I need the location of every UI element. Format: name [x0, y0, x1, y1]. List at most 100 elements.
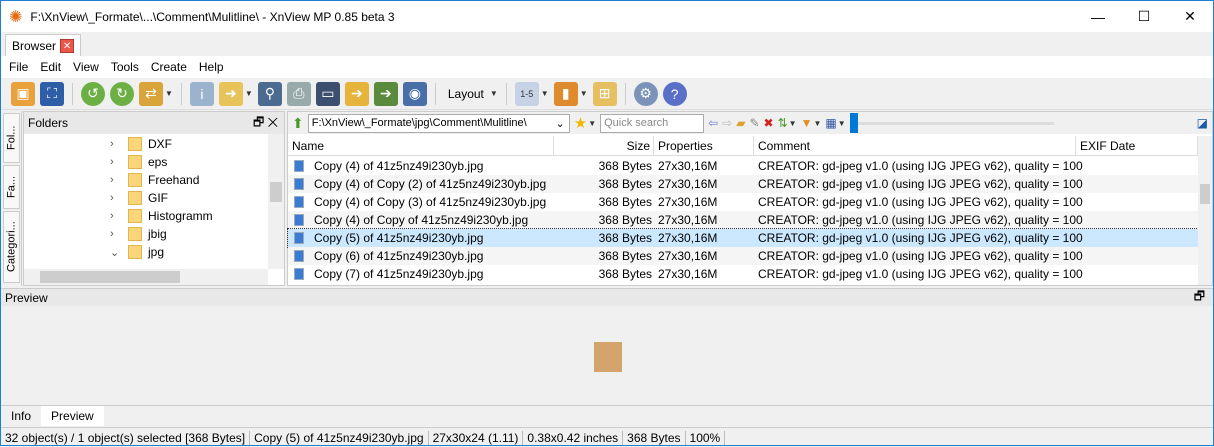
- close-tab-icon[interactable]: ✕: [60, 38, 75, 53]
- column-properties[interactable]: Properties: [654, 136, 754, 155]
- side-tab-favorites[interactable]: Fa...: [3, 165, 20, 209]
- file-row[interactable]: Copy (6) of 41z5nz49i230yb.jpg 368 Bytes…: [288, 247, 1198, 265]
- delete-icon[interactable]: ✖: [764, 116, 774, 130]
- maximize-button[interactable]: ☐: [1121, 1, 1167, 32]
- slideshow-icon[interactable]: 1-5: [514, 81, 539, 106]
- chevron-down-icon[interactable]: ▼: [580, 89, 588, 98]
- minimize-button[interactable]: —: [1075, 1, 1121, 32]
- menu-view[interactable]: View: [73, 60, 99, 74]
- folder-item[interactable]: › GIF: [24, 189, 268, 207]
- chevron-right-icon[interactable]: ›: [110, 210, 114, 222]
- file-list-scrollbar[interactable]: [1198, 136, 1212, 285]
- menu-edit[interactable]: Edit: [40, 60, 61, 74]
- rotate-right-icon[interactable]: ↻: [110, 81, 134, 106]
- convert-icon[interactable]: ⇄: [139, 81, 163, 106]
- parent-folder-icon[interactable]: ⬆: [292, 115, 304, 132]
- folder-item[interactable]: › Histogramm: [24, 207, 268, 225]
- chevron-down-icon[interactable]: ▼: [813, 119, 821, 128]
- tab-info[interactable]: Info: [1, 406, 41, 426]
- path-combobox[interactable]: F:\XnView\_Formate\jpg\Comment\Mulitline…: [307, 113, 570, 133]
- view-mode-icon[interactable]: ▦: [825, 116, 836, 130]
- file-row[interactable]: Copy (4) of Copy of 41z5nz49i230yb.jpg 3…: [288, 211, 1198, 229]
- tab-preview[interactable]: Preview: [41, 406, 104, 426]
- file-name: Copy (4) of Copy (3) of 41z5nz49i230yb.j…: [314, 195, 547, 209]
- menu-create[interactable]: Create: [151, 60, 187, 74]
- help-icon[interactable]: ?: [662, 81, 687, 106]
- file-row[interactable]: Copy (7) of 41z5nz49i230yb.jpg 368 Bytes…: [288, 265, 1198, 283]
- column-comment[interactable]: Comment: [754, 136, 1076, 155]
- file-row[interactable]: Copy (4) of Copy (2) of 41z5nz49i230yb.j…: [288, 175, 1198, 193]
- back-arrow-icon[interactable]: ⇦: [708, 116, 718, 130]
- scroll-thumb[interactable]: [270, 182, 282, 202]
- view-image-icon[interactable]: ▣: [11, 81, 35, 106]
- folders-vertical-scrollbar[interactable]: [268, 134, 284, 269]
- chevron-right-icon[interactable]: ›: [110, 138, 114, 150]
- chevron-right-icon[interactable]: ›: [110, 192, 114, 204]
- chevron-right-icon[interactable]: ›: [110, 174, 114, 186]
- file-row[interactable]: Copy (4) of Copy (3) of 41z5nz49i230yb.j…: [288, 193, 1198, 211]
- menu-file[interactable]: File: [9, 60, 28, 74]
- chevron-down-icon[interactable]: ▼: [490, 89, 498, 98]
- image-file-icon: [294, 196, 304, 208]
- scroll-thumb[interactable]: [1200, 184, 1210, 204]
- new-folder-icon[interactable]: ▰: [736, 116, 745, 130]
- chevron-right-icon[interactable]: ›: [110, 156, 114, 168]
- thumbnail-size-slider[interactable]: [849, 113, 1054, 133]
- chevron-right-icon[interactable]: ›: [110, 228, 114, 240]
- settings-gear-icon[interactable]: ⚙: [633, 81, 658, 106]
- layout-button[interactable]: Layout: [448, 87, 484, 101]
- chevron-down-icon[interactable]: ⌄: [556, 117, 565, 130]
- capture-icon[interactable]: ◉: [402, 81, 427, 106]
- column-exif-date[interactable]: EXIF Date: [1076, 136, 1198, 155]
- float-panel-icon[interactable]: 🗗: [1194, 287, 1205, 308]
- file-size: 368 Bytes: [598, 249, 652, 263]
- float-panel-icon[interactable]: 🗗: [253, 115, 264, 129]
- folder-item[interactable]: › eps: [24, 153, 268, 171]
- menu-help[interactable]: Help: [199, 60, 224, 74]
- quick-search-input[interactable]: Quick search: [600, 113, 705, 133]
- chevron-down-icon[interactable]: ▼: [789, 119, 797, 128]
- side-tab-categories[interactable]: Categori...: [3, 211, 20, 283]
- export-icon[interactable]: ➔: [344, 81, 369, 106]
- move-copy-icon[interactable]: ➜: [218, 81, 243, 106]
- folder-item[interactable]: ⌄ jpg: [24, 243, 268, 261]
- info-icon[interactable]: i: [189, 81, 214, 106]
- bookmark-icon[interactable]: ▮: [553, 81, 578, 106]
- chevron-down-icon[interactable]: ▼: [588, 119, 596, 128]
- close-button[interactable]: ✕: [1167, 1, 1213, 32]
- column-size[interactable]: Size: [554, 136, 654, 155]
- folder-item[interactable]: › Freehand: [24, 171, 268, 189]
- slider-handle[interactable]: [849, 113, 858, 133]
- folder-icon: [128, 245, 142, 259]
- tab-browser[interactable]: Browser ✕: [5, 34, 82, 56]
- fullscreen-icon[interactable]: ⛶: [40, 81, 64, 106]
- chevron-down-icon[interactable]: ▼: [165, 89, 173, 98]
- side-tab-folders[interactable]: Fol...: [3, 113, 20, 163]
- scan-icon[interactable]: ▭: [315, 81, 340, 106]
- folder-icon: [128, 155, 142, 169]
- rename-icon[interactable]: ✎: [749, 116, 759, 130]
- chevron-down-icon[interactable]: ▼: [245, 89, 253, 98]
- print-icon[interactable]: ⎙: [286, 81, 311, 106]
- close-panel-icon[interactable]: ✕: [268, 115, 278, 129]
- find-icon[interactable]: ⚲: [257, 81, 282, 106]
- panel-toggle-icon[interactable]: ◪: [1197, 116, 1208, 130]
- chevron-down-icon[interactable]: ⌄: [110, 246, 119, 259]
- sort-icon[interactable]: ⇅: [778, 116, 788, 130]
- folder-item[interactable]: › jbig: [24, 225, 268, 243]
- scroll-thumb[interactable]: [40, 271, 180, 283]
- filter-icon[interactable]: ▼: [801, 116, 813, 130]
- chevron-down-icon[interactable]: ▼: [541, 89, 549, 98]
- favorites-star-icon[interactable]: ★: [574, 114, 587, 132]
- column-name[interactable]: Name: [288, 136, 554, 155]
- folder-item[interactable]: › DXF: [24, 135, 268, 153]
- file-row[interactable]: Copy (5) of 41z5nz49i230yb.jpg 368 Bytes…: [287, 228, 1199, 248]
- batch-icon[interactable]: ➔: [373, 81, 398, 106]
- chevron-down-icon[interactable]: ▼: [838, 119, 846, 128]
- file-row[interactable]: Copy (4) of 41z5nz49i230yb.jpg 368 Bytes…: [288, 157, 1198, 175]
- folders-horizontal-scrollbar[interactable]: [24, 269, 268, 285]
- menu-tools[interactable]: Tools: [111, 60, 139, 74]
- tree-icon[interactable]: ⊞: [592, 81, 617, 106]
- forward-arrow-icon[interactable]: ⇨: [722, 116, 732, 130]
- rotate-left-icon[interactable]: ↺: [81, 81, 105, 106]
